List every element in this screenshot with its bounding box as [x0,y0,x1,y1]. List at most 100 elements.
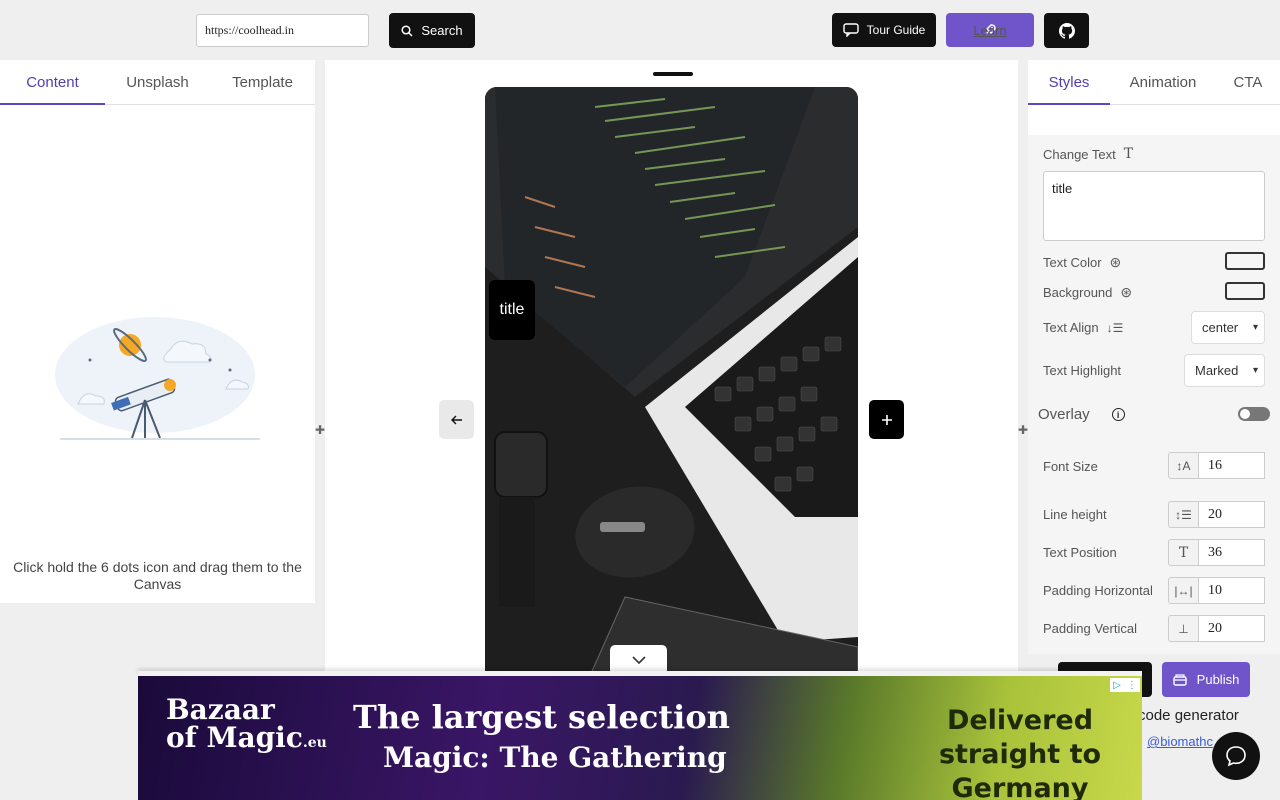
ad-brand-line2-row: of Magic.eu [166,724,327,757]
text-align-label: Text Align [1043,320,1099,335]
text-position-label: Text Position [1043,545,1117,560]
font-size-icon: ↕A [1168,452,1198,479]
chat-icon [1226,746,1246,767]
github-button[interactable] [1044,13,1089,48]
change-text-row: Change Text T [1043,146,1133,162]
overlay-label: Overlay [1038,406,1090,423]
tour-guide-label: Tour Guide [866,23,926,37]
padding-horizontal-input[interactable]: 10 [1198,577,1265,604]
chat-bubble-icon [842,23,859,37]
top-bar: Search Tour Guide Learn [0,0,1280,60]
font-size-control: ↕A 16 [1168,452,1265,479]
text-icon: T [1168,539,1198,566]
line-height-input[interactable]: 20 [1198,501,1265,528]
chat-button[interactable] [1212,732,1260,780]
font-size-input[interactable]: 16 [1198,452,1265,479]
tab-styles[interactable]: Styles [1028,60,1110,105]
story-preview[interactable] [485,87,858,687]
line-height-icon: ↕☰ [1168,501,1198,528]
arrow-left-icon [450,415,462,424]
left-splitter-handle[interactable]: ✚ [315,423,325,437]
add-slide-button[interactable] [869,400,904,439]
laptop-background-image [485,87,858,687]
publish-button[interactable]: Publish [1162,662,1250,697]
background-color-swatch[interactable] [1225,282,1265,300]
right-tabs: Styles Animation CTA [1028,60,1280,105]
text-position-input[interactable]: 36 [1198,539,1265,566]
url-input[interactable] [196,14,369,47]
padding-vertical-input[interactable]: 20 [1198,615,1265,642]
text-color-row: Text Color ⊛ [1043,254,1121,271]
ad-choices-icons[interactable]: ▷ ⋮ [1110,678,1140,692]
publish-icon [1172,673,1187,686]
info-icon: i [1111,408,1125,421]
tab-cta[interactable]: CTA [1216,60,1280,104]
right-panel: Styles Animation CTA Change Text T title… [1028,60,1280,654]
code-generator-text: code generator [1138,707,1239,724]
text-color-swatch[interactable] [1225,252,1265,270]
search-label: Search [421,23,463,38]
previous-slide-button[interactable] [439,400,474,439]
palette-icon: ⊛ [1120,284,1133,300]
ad-right-text: Delivered straight to Germany [938,705,1102,800]
line-height-control: ↕☰ 20 [1168,501,1265,528]
ad-subline: Magic: The Gathering [383,741,727,774]
style-properties: Change Text T title Text Color ⊛ Backgro… [1028,135,1280,654]
text-highlight-select[interactable]: Marked ▾ [1184,354,1265,387]
left-panel: Content Unsplash Template Click hold the… [0,60,315,603]
chevron-down-icon: ▾ [1252,322,1258,333]
canvas-drag-bar[interactable] [653,72,693,76]
plus-icon [881,414,892,425]
text-position-control: T 36 [1168,539,1265,566]
text-highlight-row: Text Highlight [1043,363,1121,378]
overlay-toggle[interactable] [1238,407,1270,421]
padding-vertical-control: ⊥ 20 [1168,615,1265,642]
tab-unsplash[interactable]: Unsplash [105,60,210,104]
line-height-label: Line height [1043,507,1107,522]
adchoices-icon[interactable]: ▷ [1113,680,1121,691]
ad-brand-line2: of Magic [166,721,303,754]
text-align-select[interactable]: center ▾ [1191,311,1265,344]
palette-icon: ⊛ [1109,254,1122,270]
padding-horizontal-control: |↔| 10 [1168,577,1265,604]
drag-hint-text: Click hold the 6 dots icon and drag them… [13,559,302,592]
tab-template[interactable]: Template [210,60,315,104]
text-align-row: Text Align ↓☰ [1043,320,1123,335]
ad-brand-suffix: .eu [302,735,327,751]
right-splitter-handle[interactable]: ✚ [1018,423,1028,437]
tab-animation[interactable]: Animation [1110,60,1216,104]
padding-vertical-label: Padding Vertical [1043,621,1137,636]
ad-headline: The largest selection [353,698,730,736]
title-text-block[interactable]: title [489,280,535,340]
publish-label: Publish [1196,672,1240,687]
overlay-row: Overlay i [1038,406,1125,423]
font-size-label: Font Size [1043,459,1098,474]
github-icon [1058,22,1075,39]
tour-guide-button[interactable]: Tour Guide [832,13,936,47]
tab-content[interactable]: Content [0,60,105,105]
chevron-down-icon [631,656,646,664]
chevron-down-icon: ▾ [1252,365,1258,376]
left-tabs: Content Unsplash Template [0,60,315,105]
horizontal-padding-icon: |↔| [1168,577,1198,604]
ad-close-icon[interactable]: ⋮ [1127,680,1137,691]
text-highlight-label: Text Highlight [1043,363,1122,378]
ad-banner[interactable]: Bazaar of Magic.eu The largest selection… [138,676,1142,800]
change-text-label: Change Text [1043,146,1116,162]
text-align-value: center [1202,320,1239,335]
padding-horizontal-label: Padding Horizontal [1043,583,1153,598]
search-icon [401,24,413,37]
telescope-illustration [55,317,260,440]
background-label: Background [1043,285,1113,300]
text-icon: T [1123,146,1134,162]
text-content-field[interactable]: title [1043,171,1265,241]
ad-brand-line1: Bazaar [166,693,275,726]
learn-label: Learn [973,22,1007,38]
text-color-label: Text Color [1043,255,1102,270]
text-highlight-value: Marked [1195,363,1239,378]
sort-icon: ↓☰ [1106,320,1124,335]
background-row: Background ⊛ [1043,284,1132,301]
author-handle-link[interactable]: @biomathc [1147,734,1213,749]
search-button[interactable]: Search [389,13,475,48]
learn-button[interactable]: Learn [946,13,1034,47]
